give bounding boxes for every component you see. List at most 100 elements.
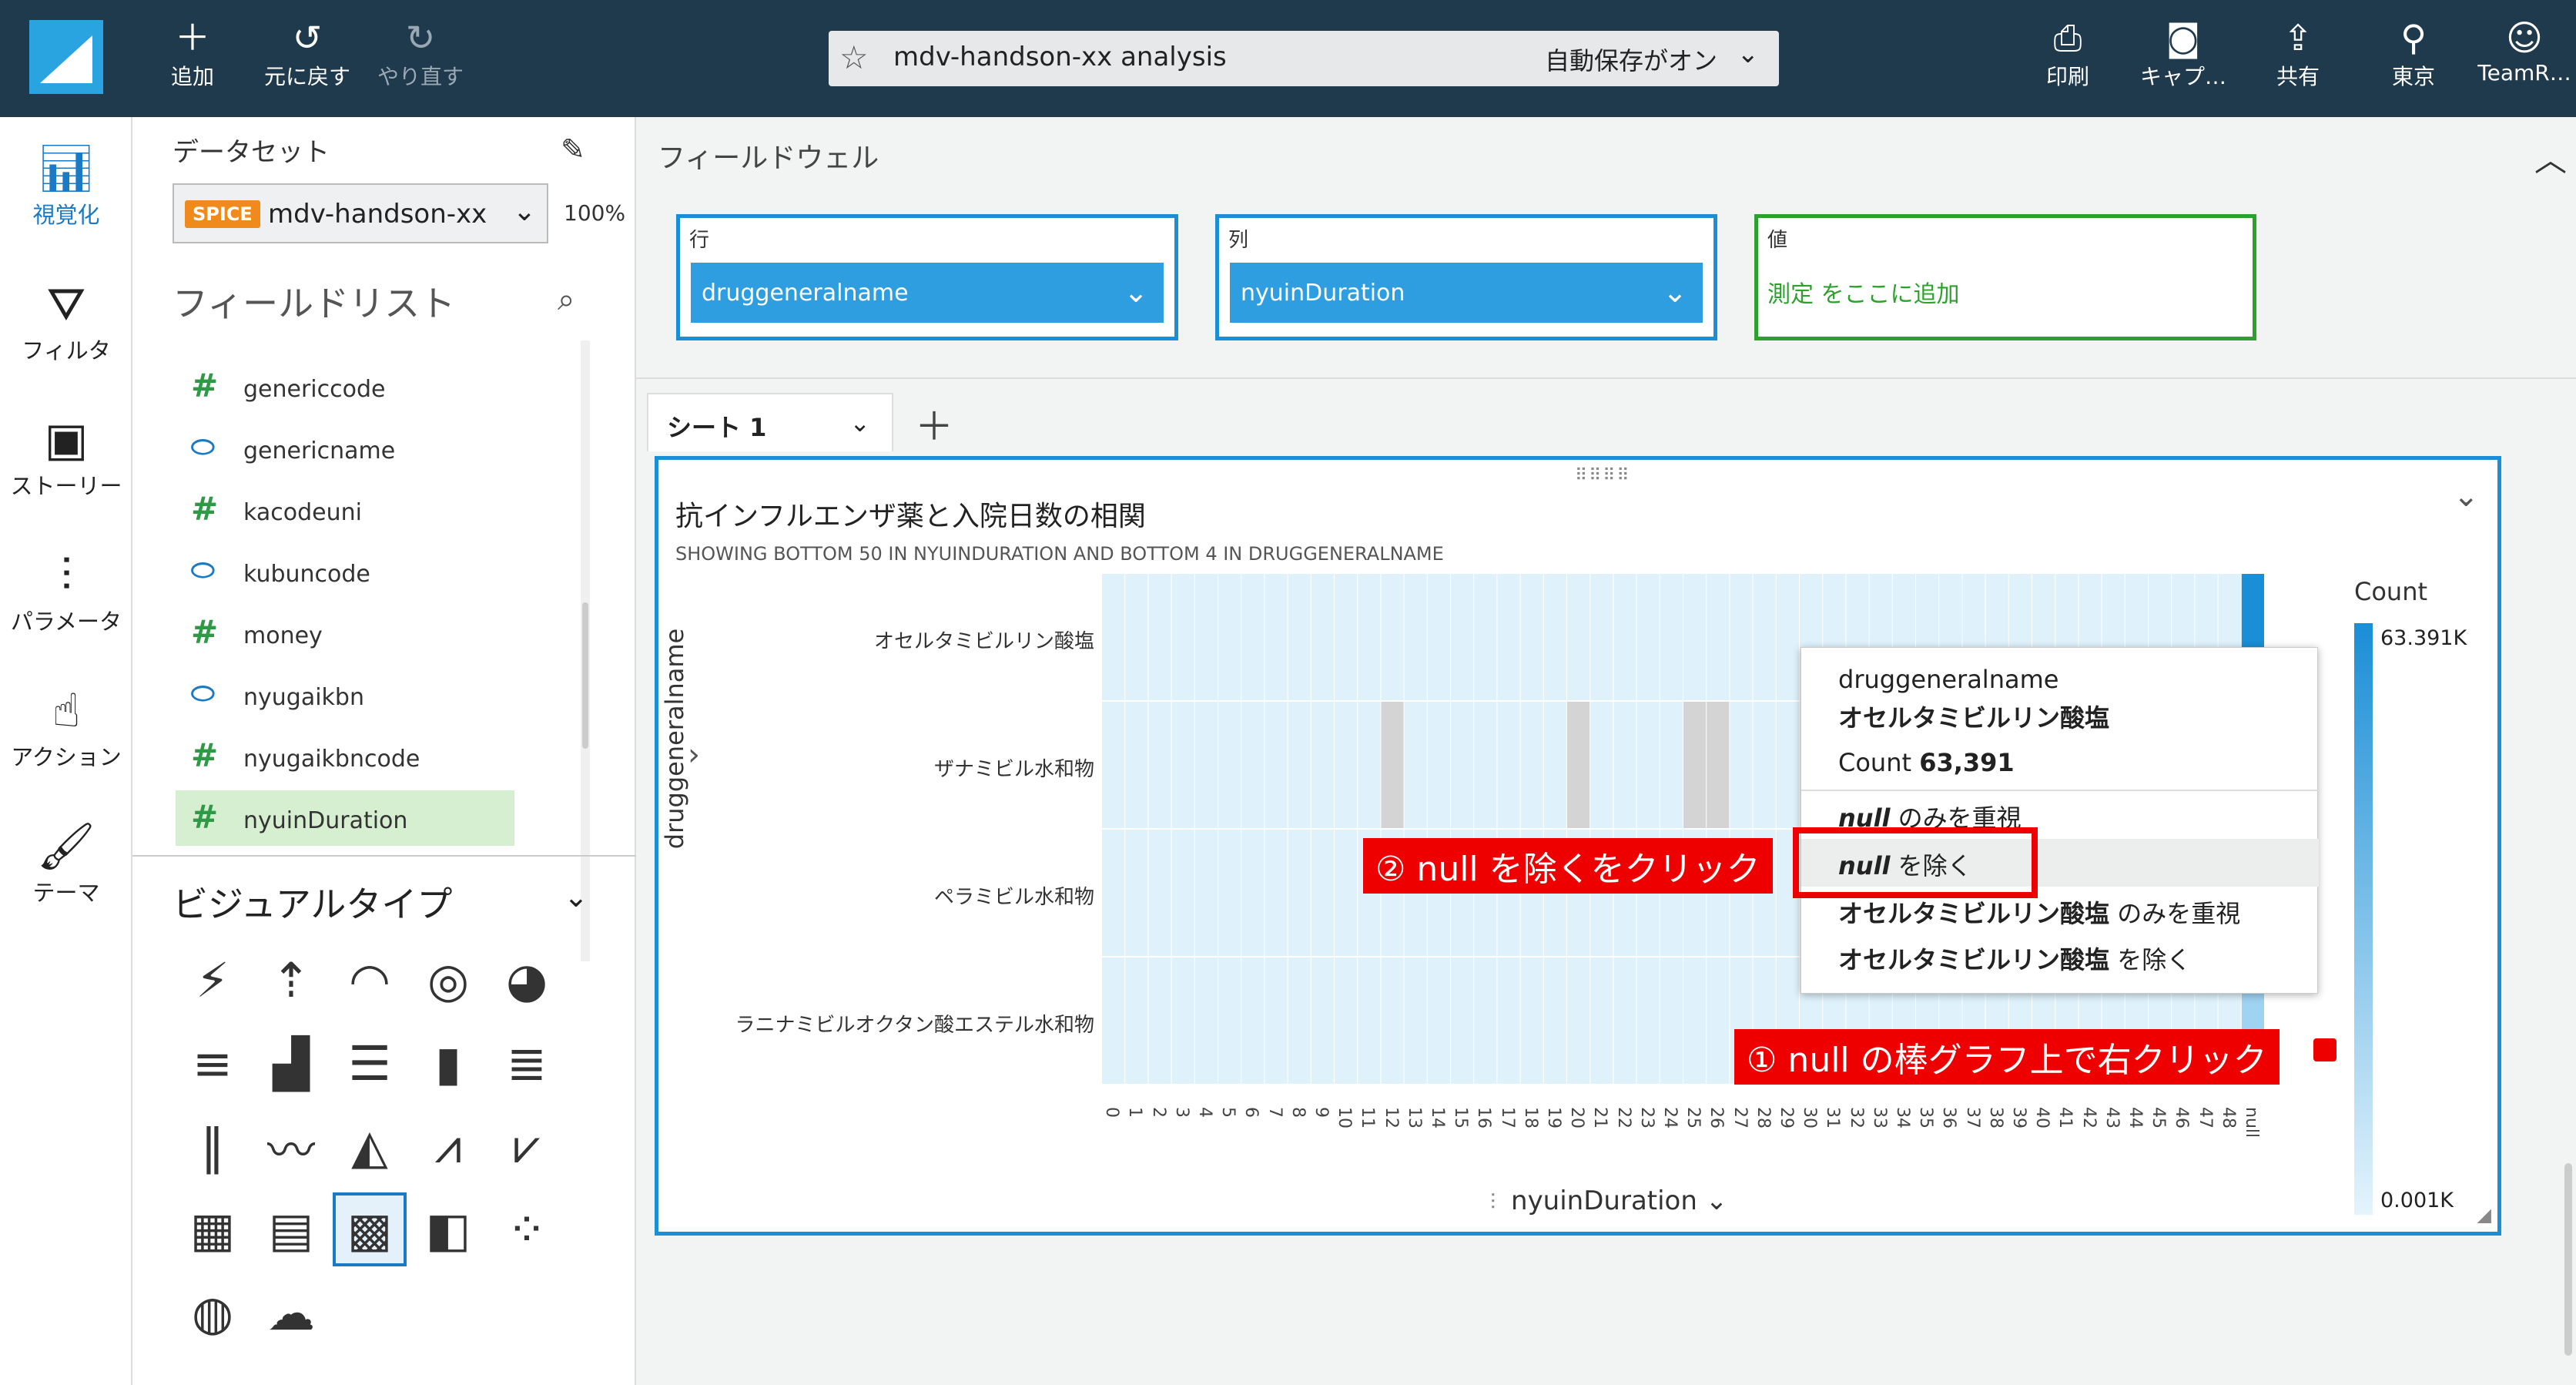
x-tick-label[interactable]: 21 [1590, 1107, 1610, 1128]
drag-handle[interactable]: ⠿⠿⠿⠿ [1575, 466, 1630, 485]
heatmap-cell[interactable] [1707, 702, 1730, 828]
scatter-icon[interactable]: ⁘ [490, 1192, 564, 1266]
heatmap-cell[interactable] [1218, 702, 1241, 828]
x-tick-label[interactable]: 10 [1335, 1107, 1354, 1128]
heatmap-cell[interactable] [1567, 957, 1590, 1084]
heatmap-cell[interactable] [1613, 957, 1636, 1084]
autosave-status[interactable]: 自動保存がオン [1545, 42, 1717, 77]
heatmap-cell[interactable] [1404, 702, 1427, 828]
row-label[interactable]: ペラミビル水和物 [934, 881, 1094, 910]
x-tick-label[interactable]: 2 [1149, 1107, 1168, 1118]
heatmap-cell[interactable] [1102, 957, 1125, 1084]
gauge-icon[interactable]: ◠ [333, 943, 407, 1017]
x-tick-label[interactable]: 32 [1847, 1107, 1866, 1128]
print-button[interactable]: ⎙ 印刷 [2033, 15, 2102, 91]
row-field-pill[interactable]: druggeneralname ⌄ [691, 263, 1164, 323]
hbar-icon[interactable]: ≡ [176, 1026, 250, 1100]
x-tick-label[interactable]: 26 [1707, 1107, 1726, 1128]
chevron-down-icon[interactable]: ⌄ [1737, 39, 1760, 69]
heatmap-cell[interactable] [1497, 574, 1520, 700]
x-tick-label[interactable]: 6 [1241, 1107, 1261, 1118]
heatmap-cell[interactable] [1474, 957, 1497, 1084]
heatmap-cell[interactable] [1148, 830, 1171, 956]
heatmap-cell[interactable] [1543, 957, 1566, 1084]
x-tick-label[interactable]: 0 [1102, 1107, 1121, 1118]
heatmap-cell[interactable] [1520, 957, 1543, 1084]
collapse-up-icon[interactable]: ︿ [2534, 134, 2567, 181]
field-item[interactable]: # genericcode [176, 359, 514, 414]
heatmap-cell[interactable] [1660, 957, 1683, 1084]
heatmap-cell[interactable] [1335, 702, 1358, 828]
add-sheet-button[interactable]: ＋ [915, 396, 953, 451]
menu-item-exclude-value[interactable]: オセルタミビルリン酸塩 を除く [1838, 941, 2191, 976]
nav-story[interactable]: ▣ ストーリー [0, 411, 132, 501]
heatmap-cell[interactable] [1753, 574, 1776, 700]
heatmap-cell[interactable] [1358, 574, 1381, 700]
x-tick-label[interactable]: null [2242, 1107, 2261, 1138]
heatmap-cell[interactable] [1567, 702, 1590, 828]
heatmap-cell[interactable] [1148, 957, 1171, 1084]
heatmap-cell[interactable] [1753, 702, 1776, 828]
heatmap-cell[interactable] [1567, 574, 1590, 700]
hbar-100-icon[interactable]: ≣ [490, 1026, 564, 1100]
heatmap-cell[interactable] [1730, 574, 1753, 700]
add-button[interactable]: ＋ 追加 [160, 15, 225, 91]
x-tick-label[interactable]: 34 [1893, 1107, 1912, 1128]
field-item[interactable]: ⬭ genericname [176, 421, 514, 476]
x-tick-label[interactable]: 16 [1474, 1107, 1493, 1128]
heatmap-cell[interactable] [1265, 702, 1288, 828]
x-tick-label[interactable]: 13 [1405, 1107, 1424, 1128]
x-tick-label[interactable]: 37 [1963, 1107, 1982, 1128]
heatmap-cell[interactable] [1497, 957, 1520, 1084]
table-icon[interactable]: ▦ [176, 1192, 250, 1266]
x-tick-label[interactable]: 22 [1614, 1107, 1633, 1128]
heatmap-cell[interactable] [1358, 702, 1381, 828]
resize-handle[interactable]: ◢ [2477, 1204, 2491, 1226]
x-tick-label[interactable]: 1 [1125, 1107, 1144, 1118]
field-item[interactable]: # money [176, 605, 514, 661]
heatmap-cell[interactable] [1148, 702, 1171, 828]
autograph-icon[interactable]: ⚡︎ [176, 943, 250, 1017]
heatmap-cell[interactable] [1776, 702, 1799, 828]
x-tick-label[interactable]: 14 [1428, 1107, 1447, 1128]
heatmap-cell[interactable] [1590, 957, 1613, 1084]
heatmap-cell[interactable] [1381, 957, 1404, 1084]
x-tick-label[interactable]: 43 [2102, 1107, 2122, 1128]
row-label[interactable]: オセルタミビルリン酸塩 [874, 625, 1094, 654]
heatmap-cell[interactable] [1335, 957, 1358, 1084]
x-tick-label[interactable]: 5 [1218, 1107, 1238, 1118]
nav-parameter[interactable]: ⫶ パラメータ [0, 547, 132, 636]
field-item[interactable]: ⬭ kubuncode [176, 544, 514, 599]
row-label[interactable]: ザナミビル水和物 [934, 753, 1094, 782]
x-tick-label[interactable]: 17 [1498, 1107, 1517, 1128]
heatmap-cell[interactable] [1683, 702, 1707, 828]
heatmap-cell[interactable] [1730, 702, 1753, 828]
visual-title[interactable]: 抗インフルエンザ薬と入院日数の相関 [675, 494, 1146, 534]
heatmap-cell[interactable] [1102, 574, 1125, 700]
heatmap-cell[interactable] [1194, 702, 1218, 828]
heatmap-cell[interactable] [1218, 574, 1241, 700]
heatmap-cell[interactable] [1125, 830, 1148, 956]
row-well[interactable]: 行 druggeneralname ⌄ [676, 214, 1178, 340]
heatmap-cell[interactable] [1613, 574, 1636, 700]
y-axis-title[interactable]: druggeneralname [660, 585, 689, 893]
heatmap-cell[interactable] [1288, 702, 1311, 828]
x-tick-label[interactable]: 3 [1172, 1107, 1191, 1118]
vbar-icon[interactable]: ▟ [254, 1026, 328, 1100]
heatmap-cell[interactable] [1381, 702, 1404, 828]
menu-item-focus-value[interactable]: オセルタミビルリン酸塩 のみを重視 [1838, 894, 2240, 930]
heatmap-cell[interactable] [1636, 957, 1660, 1084]
column-field-pill[interactable]: nyuinDuration ⌄ [1230, 263, 1703, 323]
heatmap-cell[interactable] [1474, 702, 1497, 828]
heatmap-cell[interactable] [1660, 702, 1683, 828]
heatmap-icon[interactable]: ▩ [333, 1192, 407, 1266]
star-icon[interactable]: ☆ [839, 39, 869, 76]
heatmap-cell[interactable] [1474, 574, 1497, 700]
x-tick-label[interactable]: 47 [2196, 1107, 2215, 1128]
kpi-icon[interactable]: ⇡ [254, 943, 328, 1017]
x-tick-label[interactable]: 48 [2219, 1107, 2238, 1128]
hbar-stacked-icon[interactable]: ☰ [333, 1026, 407, 1100]
word-cloud-icon[interactable]: ☁ [254, 1276, 328, 1350]
tab-sheet-1[interactable]: シート 1 ⌄ [647, 393, 893, 451]
nav-action[interactable]: ☝ アクション [0, 682, 132, 772]
